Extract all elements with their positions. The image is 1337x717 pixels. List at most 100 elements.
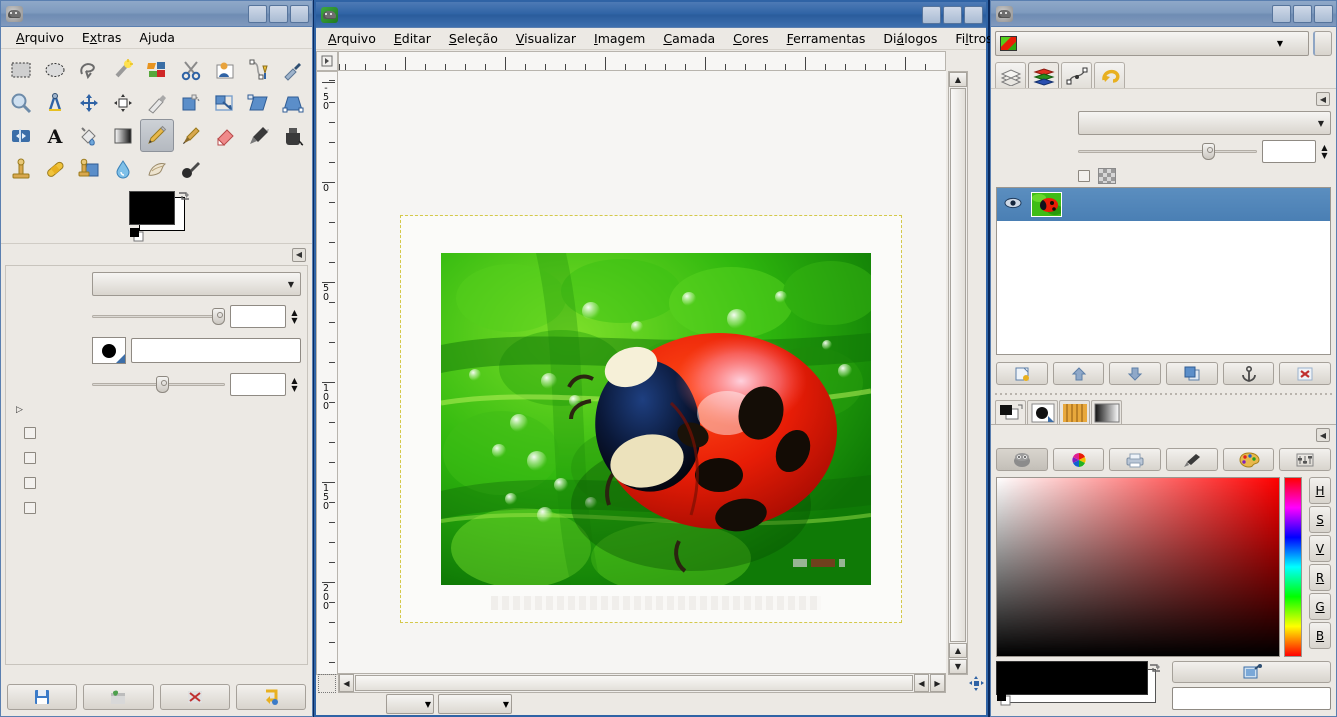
- smudge-tool[interactable]: [140, 152, 174, 185]
- free-select-tool[interactable]: [72, 53, 106, 86]
- vertical-ruler[interactable]: -50 0 50 100 150 200: [316, 71, 338, 675]
- menu-camada[interactable]: Camada: [654, 29, 724, 49]
- saturation-value-picker[interactable]: [996, 477, 1281, 657]
- checkbox-box[interactable]: [24, 452, 36, 464]
- quickmask-toggle-button[interactable]: [318, 674, 336, 693]
- horizontal-ruler[interactable]: [338, 51, 946, 71]
- channel-s[interactable]: S: [1309, 506, 1331, 533]
- scissors-select-tool[interactable]: [174, 53, 208, 86]
- zoom-select[interactable]: ▼: [438, 694, 512, 714]
- lower-layer-button[interactable]: [1109, 362, 1162, 385]
- menu-arquivo[interactable]: Arquivo: [7, 28, 73, 48]
- minimize-button[interactable]: [922, 5, 941, 24]
- mode-select[interactable]: ▼: [92, 272, 301, 296]
- ink-tool[interactable]: [276, 119, 310, 152]
- crop-tool[interactable]: [140, 86, 174, 119]
- scale-tool[interactable]: [208, 86, 242, 119]
- clone-tool[interactable]: [4, 152, 38, 185]
- ruler-menu-button[interactable]: [316, 51, 338, 71]
- opacity-stepper[interactable]: ▲ ▼: [288, 305, 301, 328]
- restore-tool-options-button[interactable]: [83, 684, 154, 710]
- tab-channels[interactable]: [1028, 62, 1059, 88]
- duplicate-layer-button[interactable]: [1166, 362, 1218, 385]
- default-colors-icon[interactable]: [129, 227, 145, 242]
- layer-opacity-value[interactable]: [1262, 140, 1316, 163]
- close-button[interactable]: [1314, 4, 1333, 23]
- move-tool[interactable]: [72, 86, 106, 119]
- blur-sharpen-tool[interactable]: [106, 152, 140, 185]
- layer-visibility-eye-icon[interactable]: [1003, 197, 1023, 212]
- menu-editar[interactable]: Editar: [385, 29, 440, 49]
- swap-colors-icon[interactable]: [1148, 661, 1164, 676]
- lock-alpha-pattern-icon[interactable]: [1098, 168, 1116, 184]
- opacity-slider-handle[interactable]: [212, 308, 225, 325]
- fgbg-tab-pattern[interactable]: [1059, 400, 1090, 424]
- image-canvas[interactable]: [338, 71, 946, 675]
- reset-tool-options-button[interactable]: [235, 684, 306, 710]
- tab-paths[interactable]: [1061, 62, 1092, 88]
- menu-arquivo[interactable]: Arquivo: [319, 29, 385, 49]
- color-picker-tool[interactable]: [276, 53, 310, 86]
- fuzzy-select-tool[interactable]: [106, 53, 140, 86]
- maximize-button[interactable]: [943, 5, 962, 24]
- dodge-burn-tool[interactable]: [174, 152, 208, 185]
- pick-screen-color-button[interactable]: [1172, 661, 1331, 683]
- opacity-slider[interactable]: [92, 308, 225, 326]
- opacity-value[interactable]: [230, 305, 286, 328]
- pressure-sensitivity-expander[interactable]: ▷: [16, 405, 301, 415]
- checkbox-espalhar[interactable]: [12, 452, 301, 464]
- vertical-scroll-thumb[interactable]: [950, 88, 966, 642]
- horizontal-scroll-thumb[interactable]: [355, 675, 913, 691]
- checkbox-box[interactable]: [24, 427, 36, 439]
- scale-slider-handle[interactable]: [155, 376, 169, 393]
- checkbox-box[interactable]: [24, 502, 36, 514]
- foreground-color-swatch[interactable]: [129, 191, 175, 225]
- menu-dialogos[interactable]: Diálogos: [874, 29, 946, 49]
- menu-imagem[interactable]: Imagem: [585, 29, 654, 49]
- layer-mode-select[interactable]: ▼: [1078, 111, 1331, 135]
- airbrush-tool[interactable]: [242, 119, 276, 152]
- scroll-down-icon[interactable]: ▼: [949, 659, 967, 674]
- fgbg-tab-gradient[interactable]: [1091, 400, 1122, 424]
- text-tool[interactable]: A: [38, 119, 72, 152]
- image-titlebar[interactable]: [316, 2, 986, 28]
- eraser-tool[interactable]: [208, 119, 242, 152]
- scale-stepper[interactable]: ▲ ▼: [288, 373, 301, 396]
- swap-colors-icon[interactable]: [177, 189, 191, 202]
- measure-tool[interactable]: [38, 86, 72, 119]
- menu-selecao[interactable]: Seleção: [440, 29, 507, 49]
- new-layer-button[interactable]: [996, 362, 1048, 385]
- bucket-fill-tool[interactable]: [72, 119, 106, 152]
- collapse-layers-icon[interactable]: ◀: [1316, 92, 1330, 106]
- canvas-vertical-scrollbar[interactable]: ▲ ▲ ▼: [948, 71, 968, 675]
- color-mode-gimp[interactable]: [996, 448, 1048, 471]
- auto-follow-button[interactable]: [1313, 31, 1332, 56]
- menu-cores[interactable]: Cores: [724, 29, 777, 49]
- zoom-tool[interactable]: [4, 86, 38, 119]
- checkbox-box[interactable]: [24, 477, 36, 489]
- collapse-color-icon[interactable]: ◀: [1316, 428, 1330, 442]
- paintbrush-tool[interactable]: [174, 119, 208, 152]
- menu-ferramentas[interactable]: Ferramentas: [778, 29, 875, 49]
- close-button[interactable]: [290, 4, 309, 23]
- foreground-color-preview[interactable]: [996, 661, 1148, 695]
- flip-tool[interactable]: [4, 119, 38, 152]
- maximize-button[interactable]: [1293, 4, 1312, 23]
- anchor-layer-button[interactable]: [1222, 362, 1275, 385]
- dock-titlebar[interactable]: [991, 1, 1336, 27]
- foreground-select-tool[interactable]: [208, 53, 242, 86]
- checkbox-esvanecer[interactable]: [12, 427, 301, 439]
- fgbg-tab-brush[interactable]: [1027, 400, 1058, 424]
- channel-v[interactable]: V: [1309, 535, 1331, 562]
- layer-opacity-handle[interactable]: [1201, 143, 1215, 160]
- color-mode-cmyk[interactable]: [1109, 448, 1162, 471]
- image-selector[interactable]: ▼: [995, 31, 1309, 56]
- menu-extras[interactable]: Extras: [73, 28, 131, 48]
- tab-layers[interactable]: [995, 62, 1026, 88]
- brush-preview-button[interactable]: [92, 337, 126, 364]
- ellipse-select-tool[interactable]: [38, 53, 72, 86]
- pencil-tool[interactable]: [140, 119, 174, 152]
- delete-layer-button[interactable]: [1279, 362, 1332, 385]
- menu-visualizar[interactable]: Visualizar: [507, 29, 585, 49]
- rotate-tool[interactable]: [174, 86, 208, 119]
